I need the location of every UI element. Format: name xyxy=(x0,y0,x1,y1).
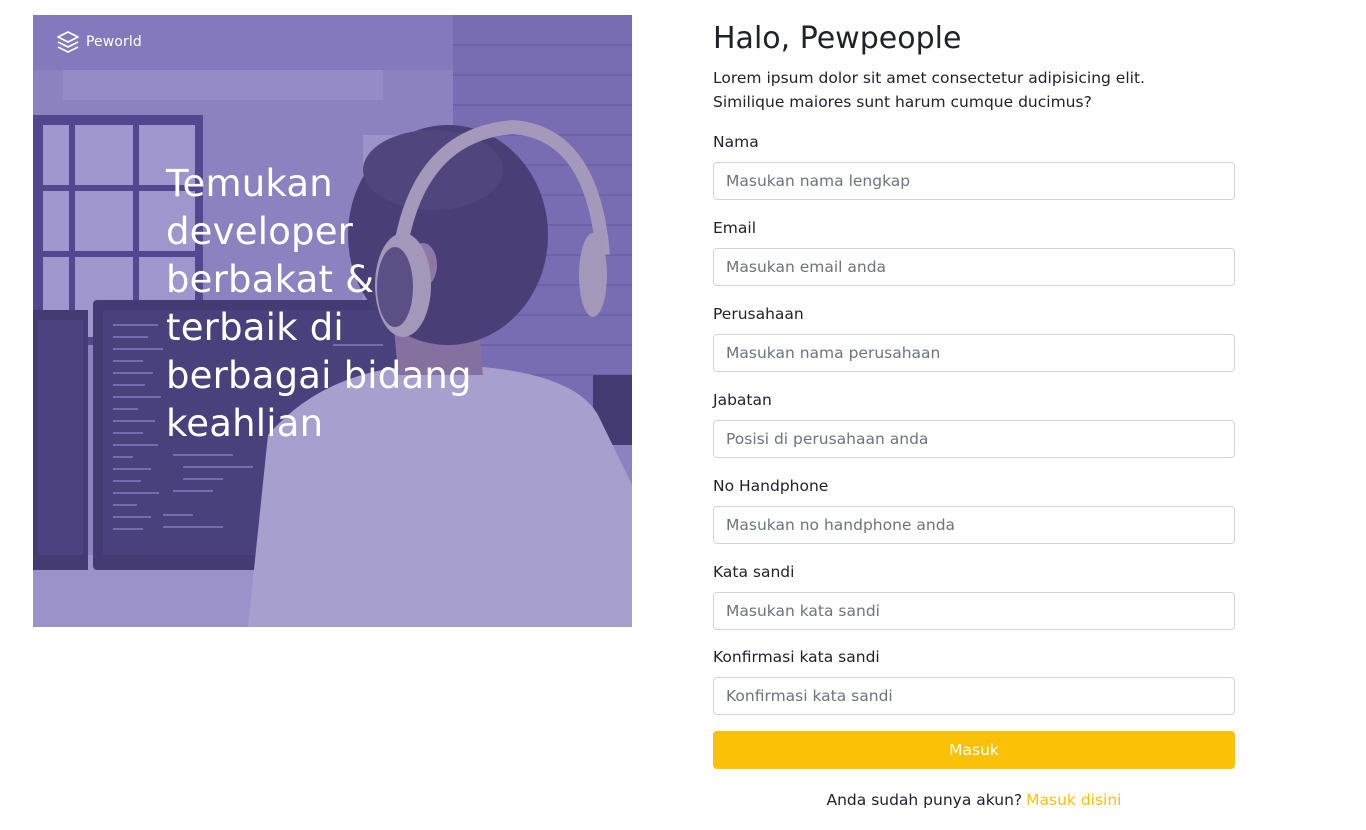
field-nama: Nama xyxy=(713,132,1235,200)
jabatan-input[interactable] xyxy=(713,420,1235,458)
login-link[interactable]: Masuk disini xyxy=(1026,791,1121,809)
email-input[interactable] xyxy=(713,248,1235,286)
page-title: Halo, Pewpeople xyxy=(713,21,962,56)
login-prompt-text: Anda sudah punya akun? xyxy=(826,791,1023,809)
page-subtitle: Lorem ipsum dolor sit amet consectetur a… xyxy=(713,69,1145,111)
masuk-button[interactable]: Masuk xyxy=(713,731,1235,769)
nama-label: Nama xyxy=(713,133,759,151)
perusahaan-label: Perusahaan xyxy=(713,305,804,323)
field-konfirmasi-kata-sandi: Konfirmasi kata sandi xyxy=(713,647,1235,715)
layers-icon xyxy=(57,31,79,53)
registration-form: Halo, Pewpeople Lorem ipsum dolor sit am… xyxy=(713,18,1235,809)
no-handphone-input[interactable] xyxy=(713,506,1235,544)
field-perusahaan: Perusahaan xyxy=(713,304,1235,372)
hero-image-panel: Peworld Temukan developer berbakat & ter… xyxy=(33,15,632,627)
kata-sandi-input[interactable] xyxy=(713,592,1235,630)
jabatan-label: Jabatan xyxy=(713,391,772,409)
email-label: Email xyxy=(713,219,757,237)
hero-headline: Temukan developer berbakat & terbaik di … xyxy=(166,162,472,445)
field-jabatan: Jabatan xyxy=(713,390,1235,458)
kata-sandi-label: Kata sandi xyxy=(713,563,795,581)
brand-logo: Peworld xyxy=(56,30,142,54)
no-handphone-label: No Handphone xyxy=(713,477,829,495)
nama-input[interactable] xyxy=(713,162,1235,200)
perusahaan-input[interactable] xyxy=(713,334,1235,372)
brand-name: Peworld xyxy=(86,34,142,50)
field-email: Email xyxy=(713,218,1235,286)
login-prompt: Anda sudah punya akun? Masuk disini xyxy=(713,791,1235,809)
konfirmasi-kata-sandi-input[interactable] xyxy=(713,677,1235,715)
field-kata-sandi: Kata sandi xyxy=(713,562,1235,630)
konfirmasi-kata-sandi-label: Konfirmasi kata sandi xyxy=(713,648,880,666)
field-no-handphone: No Handphone xyxy=(713,476,1235,544)
